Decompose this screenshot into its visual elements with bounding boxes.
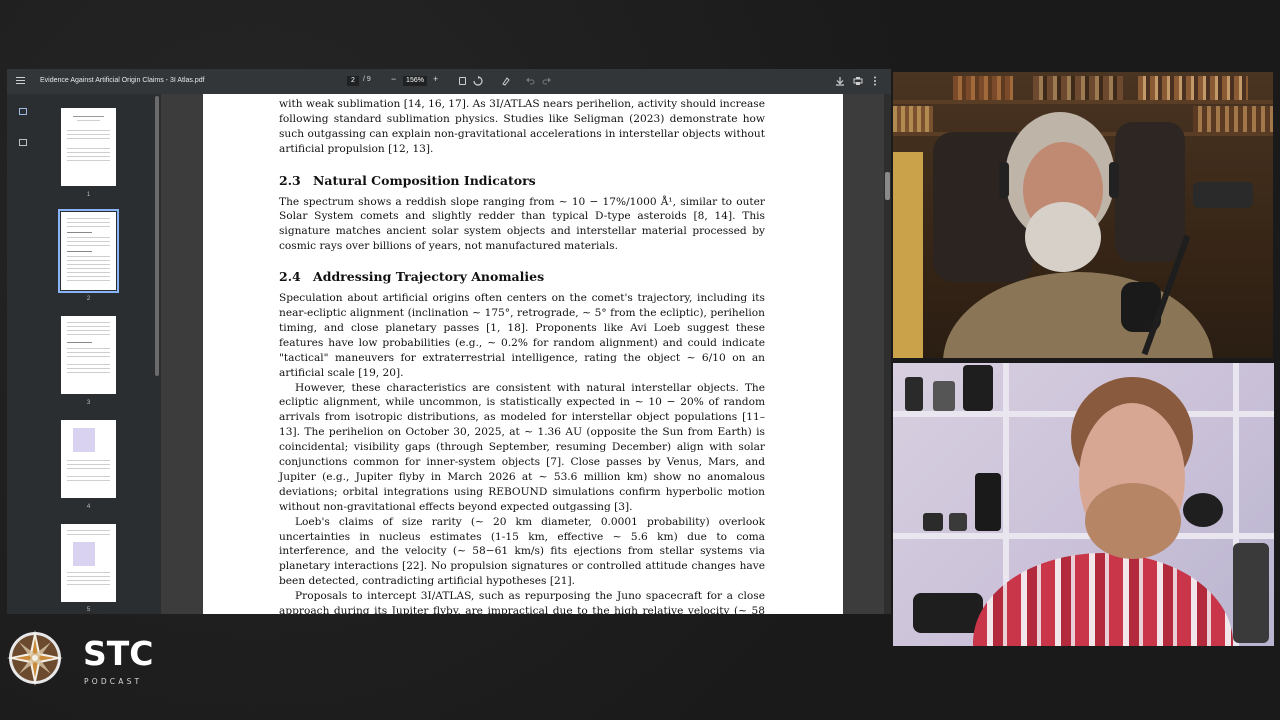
- thumbnail-page-2[interactable]: [58, 209, 119, 293]
- undo-icon[interactable]: [526, 77, 535, 85]
- paragraph: Speculation about artificial origins oft…: [279, 292, 765, 379]
- thumbnail-page-4[interactable]: [61, 420, 116, 498]
- thumbnail-label: 2: [86, 296, 91, 302]
- menu-icon[interactable]: [16, 77, 25, 85]
- thumbnail-label: 1: [86, 192, 91, 198]
- podcast-logo: STC PODCAST: [5, 628, 165, 692]
- thumbnail-label: 5: [86, 607, 91, 613]
- logo-wordmark: STC: [83, 634, 154, 673]
- highlight-icon[interactable]: [501, 76, 511, 86]
- section-heading: 2.4 Addressing Trajectory Anomalies: [279, 269, 545, 285]
- paragraph: Loeb's claims of size rarity (∼ 20 km di…: [279, 515, 765, 588]
- file-title: Evidence Against Artificial Origin Claim…: [40, 77, 205, 84]
- zoom-level[interactable]: 156%: [403, 76, 427, 86]
- page-total: / 9: [363, 76, 371, 83]
- section-heading: 2.3 Natural Composition Indicators: [279, 172, 536, 188]
- zoom-in-button[interactable]: +: [433, 74, 438, 84]
- thumbnail-page-5[interactable]: [61, 524, 116, 602]
- download-icon[interactable]: [835, 76, 845, 86]
- rotate-icon[interactable]: [473, 76, 483, 86]
- fit-page-icon[interactable]: [459, 77, 466, 85]
- webcam-guest: [893, 363, 1274, 646]
- paragraph: The spectrum shows a reddish slope rangi…: [279, 195, 765, 253]
- thumbnail-page-3[interactable]: [61, 316, 116, 394]
- pdf-page: with weak sublimation [14, 16, 17]. As 3…: [203, 94, 843, 614]
- redo-icon[interactable]: [542, 77, 551, 85]
- compass-star-icon: [7, 630, 63, 686]
- sidebar-rail: [7, 94, 37, 614]
- paragraph: Proposals to intercept 3I/ATLAS, such as…: [279, 590, 765, 614]
- pdf-viewer: Evidence Against Artificial Origin Claim…: [7, 69, 891, 614]
- thumbnail-panel: 1 2 3 4 5: [37, 94, 153, 614]
- paragraph: with weak sublimation [14, 16, 17]. As 3…: [279, 98, 765, 155]
- more-options-icon[interactable]: [873, 76, 877, 86]
- outline-view-icon[interactable]: [19, 139, 27, 146]
- document-scrollbar[interactable]: [884, 94, 891, 614]
- page-number-input[interactable]: 2: [347, 76, 359, 86]
- thumbnail-label: 4: [86, 504, 91, 510]
- thumbnail-label: 3: [86, 400, 91, 406]
- webcam-host: [893, 72, 1273, 358]
- thumbnails-view-icon[interactable]: [19, 108, 27, 115]
- paragraph: However, these characteristics are consi…: [279, 381, 765, 513]
- zoom-out-button[interactable]: −: [391, 74, 396, 84]
- thumbnail-page-1[interactable]: [61, 108, 116, 186]
- logo-tagline: PODCAST: [84, 677, 143, 686]
- print-icon[interactable]: [853, 76, 863, 86]
- thumbnail-scrollbar[interactable]: [153, 94, 161, 614]
- viewer-toolbar: Evidence Against Artificial Origin Claim…: [7, 69, 891, 94]
